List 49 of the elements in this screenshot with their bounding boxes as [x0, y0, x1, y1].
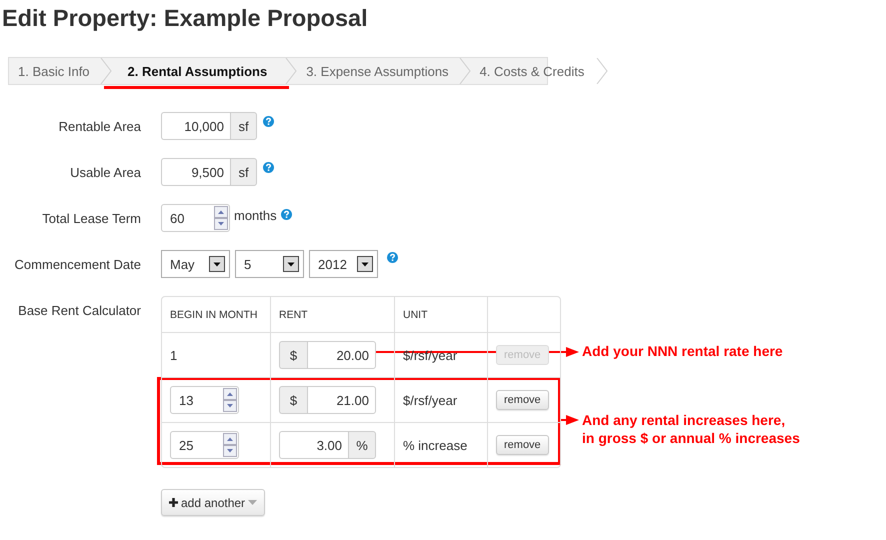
- unit-label: $: [279, 341, 307, 369]
- step-tab[interactable]: 4. Costs & Credits: [470, 58, 596, 84]
- field-label: Usable Area: [69, 164, 141, 180]
- column-header: BEGIN IN MONTH: [169, 308, 259, 322]
- rent-input[interactable]: 3.00: [279, 431, 348, 459]
- column-header: UNIT: [394, 297, 487, 332]
- dropdown[interactable]: May: [161, 250, 230, 278]
- table-cell: 1: [162, 332, 270, 377]
- help-icon[interactable]: [280, 209, 292, 220]
- chevron-divider: [596, 58, 608, 84]
- column-header: RENT: [270, 297, 394, 332]
- unit-label: sf: [230, 158, 257, 186]
- field-label: Total Lease Term: [41, 210, 141, 226]
- unit-label: sf: [230, 112, 257, 140]
- unit-label: %: [348, 431, 376, 459]
- spinner-arrows-icon[interactable]: [223, 388, 237, 412]
- unit-label: months: [234, 208, 277, 223]
- step-tab[interactable]: 3. Expense Assumptions: [297, 58, 459, 84]
- step-tab[interactable]: 1. Basic Info: [9, 58, 100, 84]
- area-input[interactable]: 10,000: [161, 112, 230, 140]
- remove-button[interactable]: remove: [496, 390, 549, 410]
- rent-input[interactable]: 21.00: [307, 386, 376, 414]
- plus-icon: [169, 498, 178, 507]
- rent-input[interactable]: 20.00: [307, 341, 376, 369]
- unit-label: $: [279, 386, 307, 414]
- annotation-arrow: [560, 414, 579, 426]
- area-input[interactable]: 9,500: [161, 158, 230, 186]
- table-cell: % increase: [394, 422, 487, 467]
- annotation-text: And any rental increases here, in gross $ or annual % increases: [582, 411, 800, 447]
- add-another-button[interactable]: add another: [161, 489, 266, 516]
- help-icon[interactable]: [387, 252, 398, 263]
- field-label: Base Rent Calculator: [17, 303, 141, 320]
- field-label: Rentable Area: [58, 118, 141, 134]
- table-cell: $/rsf/year: [394, 377, 487, 422]
- spinner-arrows-icon[interactable]: [223, 433, 237, 457]
- chevron-divider: [100, 58, 112, 84]
- chevron-divider: [458, 58, 471, 84]
- dropdown[interactable]: 5: [235, 250, 304, 278]
- dropdown[interactable]: 2012: [309, 250, 378, 278]
- page-title: Edit Property: Example Proposal: [1, 4, 369, 32]
- remove-button[interactable]: remove: [496, 435, 549, 455]
- chevron-divider: [285, 58, 298, 84]
- help-icon[interactable]: [263, 116, 274, 127]
- spinner-arrows-icon[interactable]: [214, 206, 228, 230]
- step-tab[interactable]: 2. Rental Assumptions: [112, 58, 286, 84]
- annotation-text: Add your NNN rental rate here: [582, 342, 783, 360]
- field-label: Commencement Date: [14, 256, 141, 272]
- caret-icon: [248, 500, 258, 506]
- help-icon[interactable]: [263, 162, 274, 173]
